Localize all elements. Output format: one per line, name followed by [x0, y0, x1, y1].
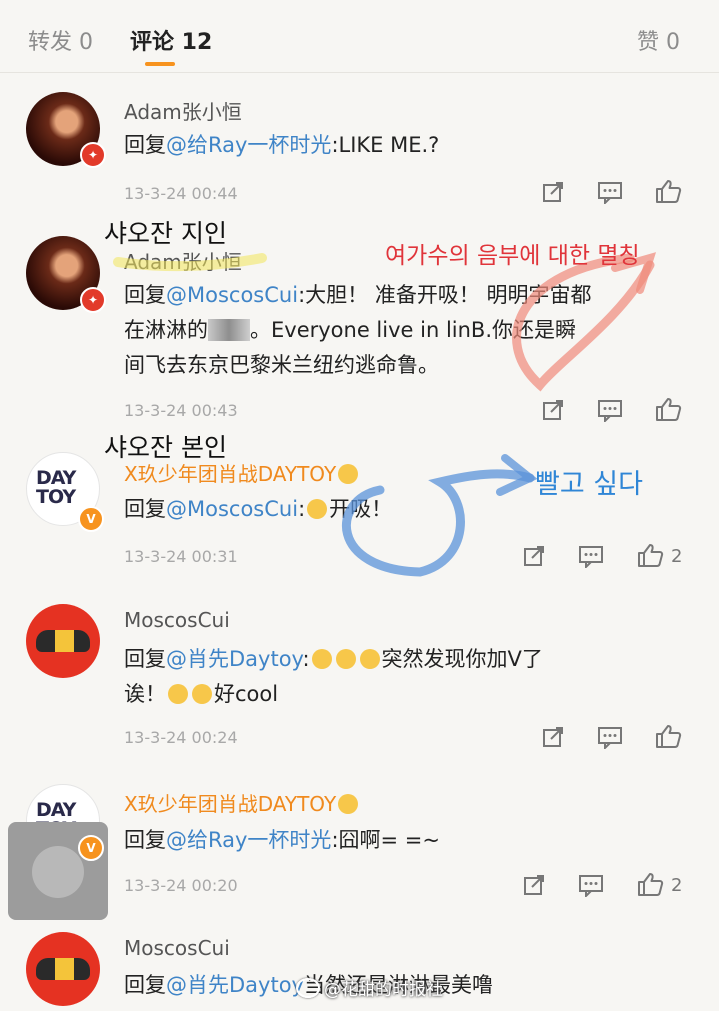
red-arrow-mark — [512, 253, 655, 392]
annotation-self: 샤오잔 본인 — [104, 433, 227, 462]
annotation-friend: 샤오잔 지인 — [104, 219, 227, 248]
annotation-want: 빨고 싶다 — [535, 469, 643, 500]
annotation-nickname: 여가수의 음부에 대한 멸칭 — [385, 243, 640, 269]
weibo-logo-icon — [296, 978, 320, 998]
highlight-mark — [113, 253, 267, 272]
annotation-marks — [113, 252, 657, 577]
watermark: @花甜的时报社 — [296, 975, 443, 1000]
